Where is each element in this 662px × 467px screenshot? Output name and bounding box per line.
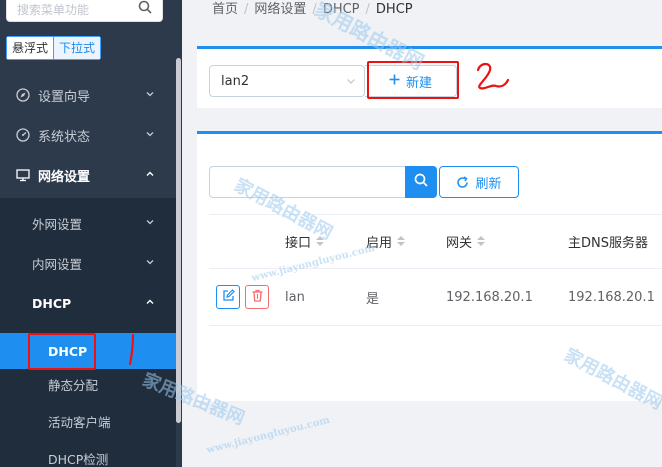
cell-enabled: 是 <box>366 291 380 307</box>
chevron-down-icon <box>146 92 154 97</box>
sidebar-item-label: DHCP <box>32 295 72 311</box>
monitor-icon <box>16 168 30 182</box>
sidebar-item-dhcp-detection[interactable]: DHCP检测 <box>0 440 176 467</box>
breadcrumb-current: DHCP <box>375 2 413 17</box>
refresh-button[interactable]: 刷新 <box>439 166 519 198</box>
sort-icon[interactable] <box>316 236 325 246</box>
chevron-up-icon <box>146 299 154 304</box>
mode-dropdown-option[interactable]: 下拉式 <box>54 36 102 60</box>
chevron-down-icon <box>146 260 154 265</box>
menu-mode-toggle: 悬浮式 下拉式 <box>6 36 102 60</box>
delete-button[interactable] <box>245 285 269 309</box>
gauge-icon <box>16 128 30 142</box>
cell-gateway: 192.168.20.1 <box>446 289 533 305</box>
sidebar-item-setup-wizard[interactable]: 设置向导 <box>0 75 176 115</box>
mode-floating-option[interactable]: 悬浮式 <box>6 36 55 60</box>
sidebar-item-dhcp-group[interactable]: DHCP <box>0 283 176 323</box>
column-header-gateway[interactable]: 网关 <box>446 215 486 267</box>
column-header-label: 接口 <box>285 235 312 251</box>
edit-button[interactable] <box>216 285 240 309</box>
sidebar-item-label: 设置向导 <box>38 89 91 105</box>
sidebar: 搜索菜单功能 悬浮式 下拉式 设置向导 系统状态 网络设置 外网设置 内网设置 … <box>0 0 182 467</box>
chevron-down-icon <box>347 79 355 84</box>
chevron-down-icon <box>146 132 154 137</box>
column-header-label: 启用 <box>366 235 393 251</box>
breadcrumb-dhcp-group[interactable]: DHCP <box>323 2 360 17</box>
sidebar-item-label: 活动客户端 <box>48 414 111 430</box>
sidebar-item-wan-settings[interactable]: 外网设置 <box>0 203 176 243</box>
table-search-button[interactable] <box>405 166 437 198</box>
column-header-label: 网关 <box>446 235 473 251</box>
breadcrumb-home[interactable]: 首页 <box>212 2 238 17</box>
sidebar-item-system-status[interactable]: 系统状态 <box>0 115 176 155</box>
annotation-box-dhcp-item <box>28 333 96 370</box>
refresh-button-label: 刷新 <box>475 176 502 192</box>
sidebar-item-label: 网络设置 <box>38 169 91 185</box>
dhcp-list-card: 刷新 接口 启用 网关 主DNS服务器 lan 是 192.168.20.1 1… <box>197 131 662 401</box>
sidebar-item-network-settings[interactable]: 网络设置 <box>0 155 176 195</box>
column-header-interface[interactable]: 接口 <box>285 215 325 267</box>
sidebar-item-label: 系统状态 <box>38 129 91 145</box>
edit-icon <box>222 288 235 306</box>
cell-primary-dns: 192.168.20.1 <box>568 289 655 305</box>
breadcrumb: 首页 / 网络设置 / DHCP / DHCP <box>212 2 413 17</box>
sidebar-item-active-clients[interactable]: 活动客户端 <box>0 403 176 439</box>
sidebar-scrollbar[interactable] <box>176 58 181 423</box>
cell-interface: lan <box>285 289 305 305</box>
sort-icon[interactable] <box>397 236 406 246</box>
refresh-icon <box>456 175 469 189</box>
search-icon <box>414 173 428 191</box>
search-icon[interactable] <box>138 0 152 18</box>
column-header-enabled[interactable]: 启用 <box>366 215 406 267</box>
sidebar-item-label: DHCP检测 <box>48 451 109 467</box>
menu-search-placeholder: 搜索菜单功能 <box>17 3 90 17</box>
menu-search-input[interactable]: 搜索菜单功能 <box>6 0 163 22</box>
interface-select[interactable]: lan2 <box>209 65 365 97</box>
chevron-down-icon <box>146 220 154 225</box>
table-row: lan 是 192.168.20.1 192.168.20.1 <box>209 268 662 326</box>
compass-icon <box>16 88 30 102</box>
column-header-primary-dns: 主DNS服务器 <box>568 215 648 267</box>
sidebar-item-label: 内网设置 <box>32 256 83 272</box>
interface-select-value: lan2 <box>221 74 250 89</box>
sidebar-item-label: 外网设置 <box>32 216 83 232</box>
breadcrumb-network-settings[interactable]: 网络设置 <box>254 2 306 17</box>
column-header-label: 主DNS服务器 <box>568 235 648 251</box>
sort-icon[interactable] <box>477 236 486 246</box>
annotation-box-new-button <box>367 61 459 99</box>
chevron-up-icon <box>146 171 154 176</box>
sidebar-item-static-allocation[interactable]: 静态分配 <box>0 366 176 402</box>
dhcp-table: 接口 启用 网关 主DNS服务器 lan 是 192.168.20.1 192.… <box>209 214 662 326</box>
sidebar-item-label: 静态分配 <box>48 377 99 393</box>
table-search-input[interactable] <box>209 166 405 198</box>
trash-icon <box>251 289 264 306</box>
sidebar-item-lan-settings[interactable]: 内网设置 <box>0 243 176 283</box>
